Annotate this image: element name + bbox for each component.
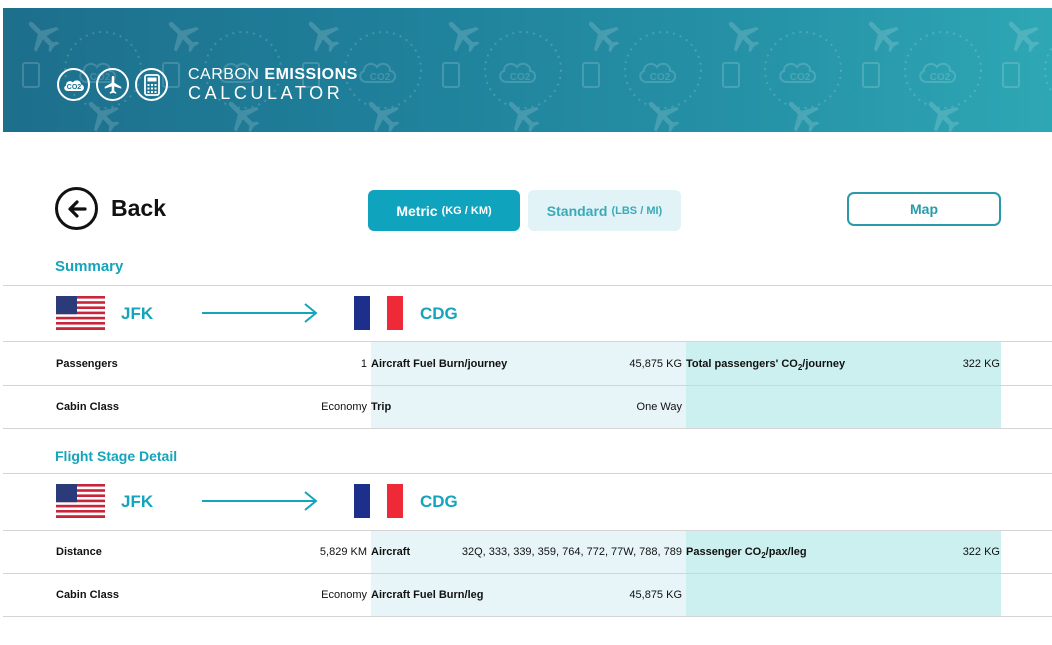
standard-units-button[interactable]: Standard (LBS / MI): [528, 190, 681, 231]
route-arrow-icon: [202, 491, 318, 511]
back-button[interactable]: Back: [55, 187, 166, 230]
cabin-class-value: Economy: [321, 401, 367, 413]
fuel-burn-journey-label: Aircraft Fuel Burn/journey: [371, 358, 508, 370]
svg-text:CO2: CO2: [66, 84, 81, 91]
flight-stage-title: Flight Stage Detail: [55, 448, 178, 464]
passenger-co2-leg-label: Passenger CO2/pax/leg: [686, 546, 807, 561]
map-button[interactable]: Map: [847, 192, 1001, 226]
france-flag-icon: [354, 296, 403, 330]
cabin-class-label: Cabin Class: [56, 401, 119, 413]
co2-cloud-icon: CO2: [57, 68, 90, 101]
trip-value: One Way: [636, 401, 682, 413]
map-label: Map: [910, 201, 938, 217]
fuel-burn-journey-value: 45,875 KG: [629, 358, 682, 370]
stage-route: JFK CDG: [0, 474, 1052, 528]
destination-code: CDG: [420, 492, 458, 511]
total-co2-journey-label: Total passengers' CO2/journey: [686, 358, 846, 373]
passenger-co2-leg-value: 322 KG: [962, 546, 1000, 558]
destination-code: CDG: [420, 304, 458, 323]
metric-units: (KG / KM): [441, 204, 492, 217]
aircraft-value: 32Q, 333, 339, 359, 764, 772, 77W, 788, …: [461, 546, 682, 558]
aircraft-label: Aircraft: [371, 546, 411, 558]
standard-units: (LBS / MI): [611, 204, 663, 217]
distance-value: 5,829 KM: [319, 546, 367, 558]
passengers-value: 1: [360, 358, 367, 370]
cabin-class-label: Cabin Class: [56, 589, 119, 601]
divider: [3, 385, 1052, 386]
passengers-label: Passengers: [56, 358, 118, 370]
origin-code: JFK: [121, 492, 154, 511]
svg-text:CO2: CO2: [790, 72, 811, 83]
origin-code: JFK: [121, 304, 154, 323]
summary-route: JFK CDG: [0, 286, 1052, 340]
brand-logo: CARBON EMISSIONS CALCULATOR: [188, 66, 358, 103]
back-arrow-icon: [55, 187, 98, 230]
divider: [3, 573, 1052, 574]
brand-light-text: CARBON: [188, 66, 260, 83]
brand-bold-text: EMISSIONS: [264, 66, 358, 83]
header-banner: CO2CO2CO2CO2CO2CO2CO2CO2 CO2: [3, 8, 1052, 132]
back-label: Back: [111, 195, 166, 221]
fuel-burn-leg-label: Aircraft Fuel Burn/leg: [371, 589, 484, 601]
cabin-class-value: Economy: [321, 589, 367, 601]
metric-units-button[interactable]: Metric (KG / KM): [368, 190, 520, 231]
france-flag-icon: [354, 484, 403, 518]
divider: [3, 616, 1052, 617]
distance-label: Distance: [56, 546, 102, 558]
svg-text:CO2: CO2: [370, 72, 391, 83]
svg-text:CO2: CO2: [510, 72, 531, 83]
usa-flag-icon: [56, 484, 105, 518]
fuel-burn-leg-value: 45,875 KG: [629, 589, 682, 601]
header-icons: CO2: [57, 68, 168, 101]
trip-label: Trip: [371, 401, 392, 413]
route-arrow-icon: [202, 303, 318, 323]
summary-title: Summary: [55, 258, 124, 275]
calculator-icon: [135, 68, 168, 101]
usa-flag-icon: [56, 296, 105, 330]
svg-text:CO2: CO2: [930, 72, 951, 83]
total-co2-journey-value: 322 KG: [962, 358, 1000, 370]
standard-label: Standard: [546, 202, 608, 219]
metric-label: Metric: [396, 202, 438, 219]
airplane-icon: [96, 68, 129, 101]
divider: [3, 428, 1052, 429]
svg-text:CO2: CO2: [650, 72, 671, 83]
brand-line2-text: CALCULATOR: [188, 83, 344, 103]
